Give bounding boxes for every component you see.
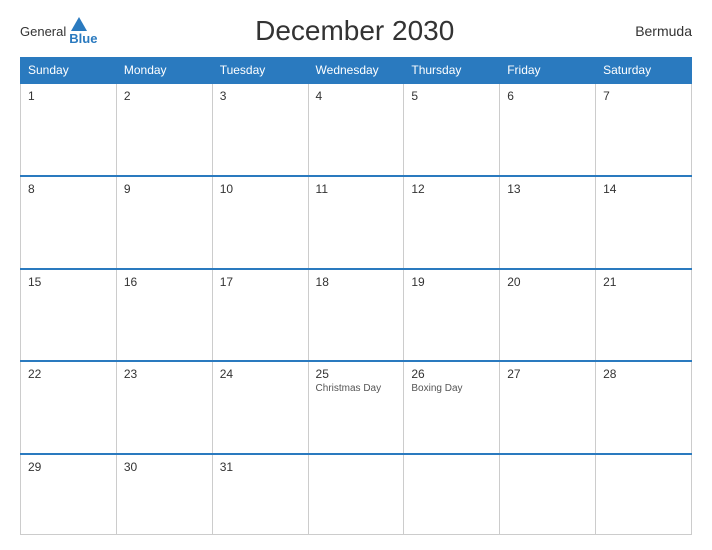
cell-w2-d4: 11 xyxy=(308,176,404,269)
day-number: 2 xyxy=(124,89,205,103)
day-number: 26 xyxy=(411,367,492,381)
col-friday: Friday xyxy=(500,58,596,84)
cell-w1-d6: 6 xyxy=(500,83,596,176)
calendar-title: December 2030 xyxy=(97,15,612,47)
col-wednesday: Wednesday xyxy=(308,58,404,84)
day-number: 23 xyxy=(124,367,205,381)
cell-w3-d7: 21 xyxy=(596,269,692,362)
cell-w1-d1: 1 xyxy=(21,83,117,176)
day-number: 24 xyxy=(220,367,301,381)
weekday-header-row: Sunday Monday Tuesday Wednesday Thursday… xyxy=(21,58,692,84)
cell-w3-d2: 16 xyxy=(116,269,212,362)
cell-w5-d2: 30 xyxy=(116,454,212,534)
calendar-page: General Blue December 2030 Bermuda Sunda… xyxy=(0,0,712,550)
cell-w2-d2: 9 xyxy=(116,176,212,269)
col-thursday: Thursday xyxy=(404,58,500,84)
cell-w4-d6: 27 xyxy=(500,361,596,454)
cell-w3-d1: 15 xyxy=(21,269,117,362)
logo-blue-text: Blue xyxy=(69,31,97,46)
day-number: 19 xyxy=(411,275,492,289)
cell-w5-d6 xyxy=(500,454,596,534)
day-number: 6 xyxy=(507,89,588,103)
cell-w4-d5: 26 Boxing Day xyxy=(404,361,500,454)
day-number: 15 xyxy=(28,275,109,289)
cell-w5-d4 xyxy=(308,454,404,534)
holiday-label: Christmas Day xyxy=(316,383,397,394)
day-number: 4 xyxy=(316,89,397,103)
day-number: 21 xyxy=(603,275,684,289)
day-number: 27 xyxy=(507,367,588,381)
cell-w3-d3: 17 xyxy=(212,269,308,362)
cell-w3-d6: 20 xyxy=(500,269,596,362)
day-number: 8 xyxy=(28,182,109,196)
day-number: 31 xyxy=(220,460,301,474)
cell-w4-d2: 23 xyxy=(116,361,212,454)
day-number: 11 xyxy=(316,182,397,196)
cell-w5-d1: 29 xyxy=(21,454,117,534)
cell-w1-d3: 3 xyxy=(212,83,308,176)
day-number: 28 xyxy=(603,367,684,381)
cell-w2-d5: 12 xyxy=(404,176,500,269)
col-monday: Monday xyxy=(116,58,212,84)
cell-w5-d5 xyxy=(404,454,500,534)
day-number: 7 xyxy=(603,89,684,103)
cell-w2-d6: 13 xyxy=(500,176,596,269)
day-number: 1 xyxy=(28,89,109,103)
week-row-4: 22 23 24 25 Christmas Day 26 Boxing Day 27 28 xyxy=(21,361,692,454)
day-number: 30 xyxy=(124,460,205,474)
cell-w4-d3: 24 xyxy=(212,361,308,454)
logo-triangle-icon xyxy=(71,17,87,31)
calendar-table: Sunday Monday Tuesday Wednesday Thursday… xyxy=(20,57,692,535)
week-row-3: 15 16 17 18 19 20 21 xyxy=(21,269,692,362)
holiday-label: Boxing Day xyxy=(411,383,492,394)
day-number: 16 xyxy=(124,275,205,289)
day-number: 17 xyxy=(220,275,301,289)
day-number: 9 xyxy=(124,182,205,196)
day-number: 5 xyxy=(411,89,492,103)
day-number: 25 xyxy=(316,367,397,381)
cell-w4-d4: 25 Christmas Day xyxy=(308,361,404,454)
cell-w2-d7: 14 xyxy=(596,176,692,269)
col-saturday: Saturday xyxy=(596,58,692,84)
day-number: 22 xyxy=(28,367,109,381)
cell-w4-d7: 28 xyxy=(596,361,692,454)
cell-w3-d5: 19 xyxy=(404,269,500,362)
col-tuesday: Tuesday xyxy=(212,58,308,84)
week-row-5: 29 30 31 xyxy=(21,454,692,534)
cell-w1-d5: 5 xyxy=(404,83,500,176)
logo: General Blue xyxy=(20,17,97,46)
cell-w1-d7: 7 xyxy=(596,83,692,176)
cell-w4-d1: 22 xyxy=(21,361,117,454)
week-row-2: 8 9 10 11 12 13 14 xyxy=(21,176,692,269)
day-number: 29 xyxy=(28,460,109,474)
col-sunday: Sunday xyxy=(21,58,117,84)
day-number: 3 xyxy=(220,89,301,103)
logo-general-text: General xyxy=(20,24,66,39)
cell-w1-d2: 2 xyxy=(116,83,212,176)
region-label: Bermuda xyxy=(612,23,692,39)
cell-w5-d7 xyxy=(596,454,692,534)
cell-w2-d1: 8 xyxy=(21,176,117,269)
cell-w5-d3: 31 xyxy=(212,454,308,534)
header: General Blue December 2030 Bermuda xyxy=(20,15,692,47)
day-number: 14 xyxy=(603,182,684,196)
cell-w2-d3: 10 xyxy=(212,176,308,269)
cell-w1-d4: 4 xyxy=(308,83,404,176)
week-row-1: 1 2 3 45 6 7 xyxy=(21,83,692,176)
day-number: 10 xyxy=(220,182,301,196)
day-number: 12 xyxy=(411,182,492,196)
day-number: 13 xyxy=(507,182,588,196)
day-number: 20 xyxy=(507,275,588,289)
day-number: 18 xyxy=(316,275,397,289)
cell-w3-d4: 18 xyxy=(308,269,404,362)
